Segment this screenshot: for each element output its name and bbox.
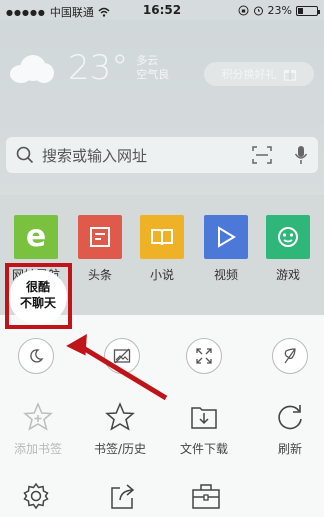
play-icon	[204, 215, 248, 259]
add-bookmark-button[interactable]: 添加书签	[0, 402, 76, 457]
microphone-icon[interactable]	[294, 145, 308, 165]
toolbox-icon	[192, 484, 220, 509]
gear-icon	[23, 482, 49, 510]
temperature: 23°	[68, 48, 129, 88]
alarm-icon	[253, 6, 263, 16]
feather-icon	[284, 348, 296, 364]
toolbox-button[interactable]	[188, 480, 224, 512]
add-bookmark-icon	[23, 402, 53, 431]
cloud-icon	[8, 53, 54, 83]
nav-tile-games[interactable]: 游戏	[264, 215, 312, 283]
scan-icon[interactable]	[252, 146, 272, 164]
search-bar[interactable]: 搜索或输入网址	[6, 137, 318, 173]
game-icon	[266, 215, 310, 259]
refresh-button[interactable]: 刷新	[252, 402, 324, 457]
e-icon: e	[14, 215, 58, 259]
weather-widget[interactable]: 23° 多云 空气良	[8, 48, 169, 88]
rewards-button[interactable]: 积分换好礼	[204, 62, 314, 86]
nav-label: 视频	[213, 268, 238, 282]
downloads-label: 文件下载	[179, 442, 228, 456]
no-image-icon	[113, 348, 131, 364]
settings-button[interactable]	[18, 480, 54, 512]
add-bookmark-label: 添加书签	[13, 442, 62, 456]
nav-label: 游戏	[275, 268, 300, 282]
battery-icon	[296, 5, 320, 16]
air-quality: 空气良	[136, 68, 170, 81]
downloads-button[interactable]: 文件下载	[166, 402, 242, 457]
download-icon	[191, 407, 217, 429]
nav-label: 头条	[87, 268, 112, 282]
quick-mode-button[interactable]	[272, 338, 308, 374]
refresh-icon	[278, 405, 302, 430]
share-icon	[111, 484, 135, 509]
news-icon	[78, 215, 122, 259]
nav-tile-video[interactable]: 视频	[202, 215, 250, 283]
fullscreen-icon	[196, 348, 212, 364]
night-mode-button[interactable]	[18, 338, 54, 374]
nav-label: 小说	[149, 268, 174, 282]
search-icon	[16, 146, 34, 164]
rewards-label: 积分换好礼	[221, 68, 277, 81]
status-bar: ●●●●● 中国联通 16:52 23%	[0, 0, 324, 20]
battery-percent: 23%	[267, 4, 292, 17]
weather-condition: 多云	[136, 54, 159, 67]
nav-tile-headlines[interactable]: 头条	[76, 215, 124, 283]
moon-icon	[30, 349, 44, 363]
search-input[interactable]: 搜索或输入网址	[42, 145, 252, 166]
bookmarks-history-label: 书签/历史	[93, 442, 147, 456]
share-button[interactable]	[104, 480, 140, 512]
weather-description: 多云 空气良	[136, 54, 169, 82]
nav-tile-novels[interactable]: 小说	[138, 215, 186, 283]
bookmarks-history-button[interactable]: 书签/历史	[82, 402, 158, 457]
no-image-mode-button[interactable]	[104, 338, 140, 374]
star-icon	[105, 402, 135, 431]
gift-icon	[283, 70, 296, 81]
fullscreen-button[interactable]	[186, 338, 222, 374]
callout-highlight-box	[5, 263, 72, 329]
refresh-label: 刷新	[277, 442, 302, 456]
rotation-lock-icon	[238, 5, 249, 16]
book-icon	[140, 215, 184, 259]
